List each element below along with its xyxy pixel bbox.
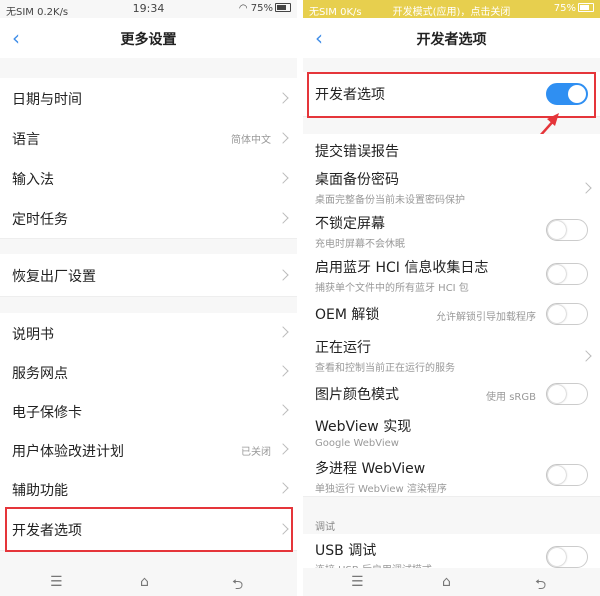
more-settings-screen: 无SIM 0.2K/s 19:34 ◠ 75% ‹ 更多设置 日期与时间 语言 … (0, 0, 297, 596)
settings-item-date-time[interactable]: 日期与时间 (0, 78, 297, 119)
section-header-debug: 调试 (315, 522, 335, 533)
settings-item-label: 桌面备份密码 (315, 172, 399, 188)
chevron-right-icon (277, 92, 289, 104)
settings-item-value: 已关闭 (241, 447, 271, 458)
chevron-right-icon (277, 404, 289, 416)
battery-indicator: ◠ 75% (239, 3, 291, 14)
menu-icon[interactable]: ☰ (50, 574, 63, 590)
settings-item-value: 简体中文 (231, 135, 271, 146)
wifi-icon: ◠ (238, 3, 248, 14)
bt-hci-log-toggle[interactable] (546, 263, 588, 285)
top-nav: ‹ 开发者选项 (303, 18, 600, 58)
toggle-knob (548, 265, 566, 283)
chevron-right-icon (580, 182, 592, 194)
toggle-knob (548, 305, 566, 323)
color-mode-toggle[interactable] (546, 383, 588, 405)
toggle-knob (548, 221, 566, 239)
settings-item-manual[interactable]: 说明书 (0, 313, 297, 353)
settings-item-label: 电子保修卡 (12, 405, 82, 421)
settings-item-backup-password[interactable]: 桌面备份密码 桌面完整备份当前未设置密码保护 (303, 164, 600, 209)
settings-item-label: 恢复出厂设置 (12, 269, 96, 285)
settings-item-label: OEM 解锁 (315, 307, 380, 323)
settings-item-subtitle: Google WebView (315, 438, 399, 449)
settings-item-label: 不锁定屏幕 (315, 216, 385, 232)
settings-item-bug-report[interactable]: 提交错误报告 (303, 134, 600, 165)
battery-icon (275, 3, 291, 12)
settings-item-bt-hci-log[interactable]: 启用蓝牙 HCI 信息收集日志 捕获单个文件中的所有蓝牙 HCI 包 (303, 252, 600, 297)
settings-item-multiprocess-webview[interactable]: 多进程 WebView 单独运行 WebView 渲染程序 (303, 454, 600, 497)
settings-item-value: 使用 sRGB (486, 392, 536, 403)
status-bar: 无SIM 0.2K/s 19:34 ◠ 75% (0, 0, 297, 18)
highlight-box (5, 507, 293, 552)
developer-options-screen: 无SIM 0K/s 开发模式(应用)，点击关闭 75% ‹ 开发者选项 开发者选… (303, 0, 600, 596)
settings-item-webview-impl[interactable]: WebView 实现 Google WebView (303, 412, 600, 455)
toggle-knob (548, 466, 566, 484)
settings-item-scheduled-tasks[interactable]: 定时任务 (0, 198, 297, 239)
settings-item-input-method[interactable]: 输入法 (0, 158, 297, 199)
back-icon[interactable]: ⮌ (232, 574, 243, 596)
settings-item-label: USB 调试 (315, 543, 377, 559)
settings-item-subtitle: 充电时屏幕不会休眠 (315, 239, 405, 250)
settings-item-user-experience[interactable]: 用户体验改进计划 已关闭 (0, 430, 297, 470)
settings-item-label: 辅助功能 (12, 483, 68, 499)
chevron-right-icon (277, 269, 289, 281)
bottom-nav-bar: ☰ ⌂ ⮌ (0, 568, 297, 596)
settings-item-label: 定时任务 (12, 212, 68, 228)
settings-item-oem-unlock[interactable]: OEM 解锁 允许解锁引导加载程序 (303, 296, 600, 333)
settings-item-label: 说明书 (12, 327, 54, 343)
back-icon[interactable]: ⮌ (535, 574, 546, 596)
battery-icon (578, 3, 594, 12)
chevron-right-icon (580, 350, 592, 362)
toggle-knob (548, 385, 566, 403)
home-icon[interactable]: ⌂ (140, 574, 149, 590)
oem-unlock-toggle[interactable] (546, 303, 588, 325)
chevron-right-icon (277, 212, 289, 224)
status-bar: 无SIM 0K/s 开发模式(应用)，点击关闭 75% (303, 0, 600, 18)
bottom-nav-bar: ☰ ⌂ ⮌ (303, 568, 600, 596)
settings-item-label: 输入法 (12, 172, 54, 188)
settings-item-warranty-card[interactable]: 电子保修卡 (0, 391, 297, 431)
settings-item-label: WebView 实现 (315, 419, 412, 435)
settings-item-factory-reset[interactable]: 恢复出厂设置 (0, 254, 297, 297)
settings-item-accessibility[interactable]: 辅助功能 (0, 469, 297, 509)
dev-mode-notice-text: 开发模式(应用)，点击关闭 (392, 7, 511, 18)
settings-item-label: 图片颜色模式 (315, 387, 399, 403)
page-title: 开发者选项 (416, 32, 487, 48)
chevron-right-icon (277, 365, 289, 377)
battery-text: 75% (553, 3, 576, 14)
settings-item-label: 多进程 WebView (315, 461, 426, 477)
chevron-right-icon (277, 443, 289, 455)
home-icon[interactable]: ⌂ (442, 574, 451, 590)
chevron-right-icon (277, 326, 289, 338)
chevron-right-icon (277, 172, 289, 184)
settings-item-stay-awake[interactable]: 不锁定屏幕 充电时屏幕不会休眠 (303, 208, 600, 253)
settings-item-label: 服务网点 (12, 366, 68, 382)
chevron-right-icon (277, 482, 289, 494)
page-title: 更多设置 (120, 32, 177, 48)
usb-debugging-toggle[interactable] (546, 546, 588, 568)
settings-item-label: 用户体验改进计划 (12, 444, 124, 460)
settings-item-language[interactable]: 语言 简体中文 (0, 118, 297, 159)
battery-text: 75% (250, 3, 273, 14)
settings-item-subtitle: 单独运行 WebView 渲染程序 (315, 484, 447, 495)
menu-icon[interactable]: ☰ (351, 574, 364, 590)
toggle-knob (548, 548, 566, 566)
settings-item-subtitle: 捕获单个文件中的所有蓝牙 HCI 包 (315, 283, 469, 294)
settings-item-label: 正在运行 (315, 340, 371, 356)
settings-item-value: 允许解锁引导加载程序 (436, 312, 536, 323)
settings-item-label: 语言 (12, 132, 40, 148)
settings-item-service-points[interactable]: 服务网点 (0, 352, 297, 392)
stay-awake-toggle[interactable] (546, 219, 588, 241)
chevron-right-icon (277, 132, 289, 144)
battery-indicator: 75% (554, 3, 594, 14)
settings-item-subtitle: 查看和控制当前正在运行的服务 (315, 363, 455, 374)
settings-item-subtitle: 桌面完整备份当前未设置密码保护 (315, 195, 465, 206)
settings-item-label: 提交错误报告 (315, 144, 399, 160)
settings-item-color-mode[interactable]: 图片颜色模式 使用 sRGB (303, 376, 600, 413)
settings-item-label: 日期与时间 (12, 92, 82, 108)
top-nav: ‹ 更多设置 (0, 18, 297, 58)
settings-item-label: 启用蓝牙 HCI 信息收集日志 (315, 260, 489, 276)
settings-item-running-services[interactable]: 正在运行 查看和控制当前正在运行的服务 (303, 332, 600, 377)
multiprocess-webview-toggle[interactable] (546, 464, 588, 486)
